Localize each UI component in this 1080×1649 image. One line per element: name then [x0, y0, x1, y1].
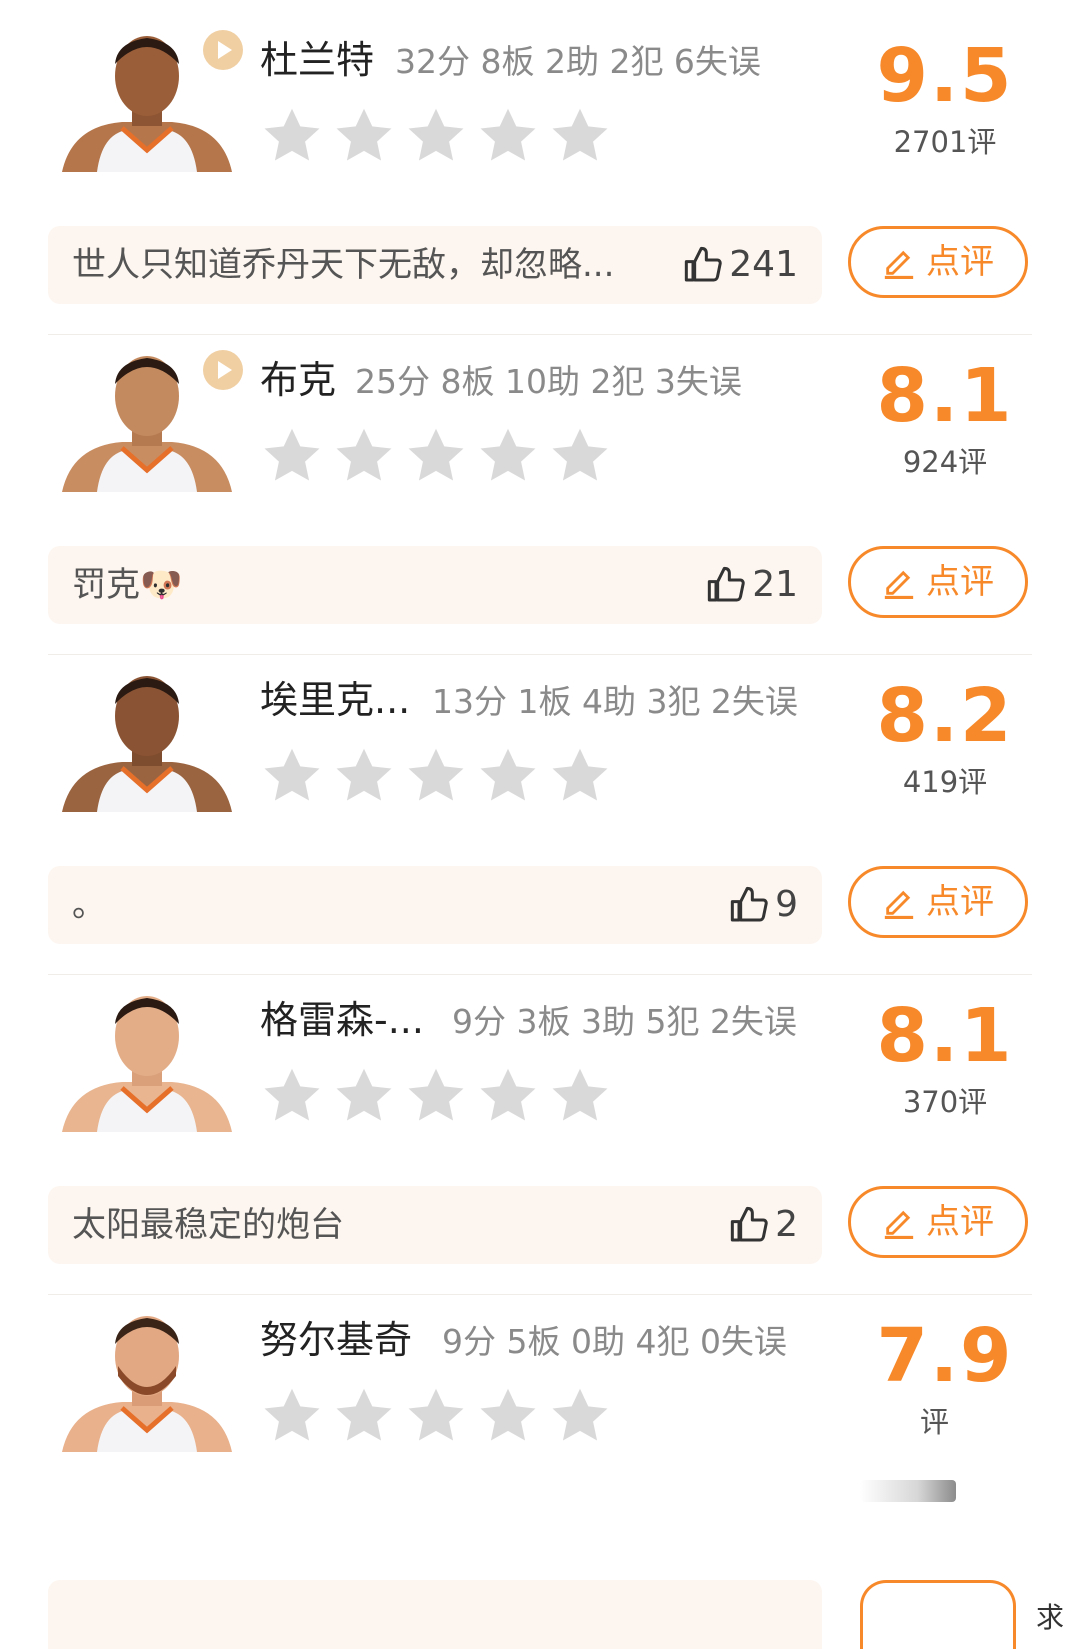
player-name: 埃里克...: [260, 678, 411, 722]
star-icon[interactable]: [332, 1384, 396, 1448]
star-icon[interactable]: [260, 744, 324, 808]
star-icon[interactable]: [476, 744, 540, 808]
play-icon[interactable]: [203, 350, 243, 390]
watermark: 求: [1036, 1601, 1065, 1634]
thumbs-up-icon: [730, 1206, 768, 1242]
player-score: 7.9: [876, 1313, 1014, 1399]
rate-button[interactable]: 点评: [848, 1186, 1028, 1258]
top-comment[interactable]: [48, 1580, 822, 1649]
star-icon[interactable]: [548, 1384, 612, 1448]
player-score: 8.2: [876, 673, 1014, 759]
star-icon[interactable]: [332, 744, 396, 808]
like-count: 21: [752, 564, 798, 605]
comment-text: 太阳最稳定的炮台: [72, 1205, 344, 1245]
player-score: 9.5: [876, 33, 1014, 119]
star-icon[interactable]: [260, 1384, 324, 1448]
star-icon[interactable]: [260, 104, 324, 168]
player-name: 布克: [260, 358, 337, 402]
player-stats: 32分 8板 2助 2犯 6失误: [395, 42, 761, 81]
player-name: 格雷森-...: [260, 998, 424, 1042]
player-stats: 13分 1板 4助 3犯 2失误: [432, 682, 798, 721]
player-card[interactable]: 埃里克... 13分 1板 4助 3犯 2失误 8.2 419评 。 9 点评: [0, 640, 1080, 976]
thumbs-up-icon: [730, 886, 768, 922]
comment-text: 罚克🐶: [72, 565, 183, 605]
like-button[interactable]: 2: [729, 1200, 798, 1250]
rate-label: 点评: [926, 882, 994, 922]
pencil-icon: [884, 1210, 914, 1239]
rating-stars[interactable]: [260, 424, 620, 488]
star-icon[interactable]: [260, 424, 324, 488]
star-icon[interactable]: [404, 744, 468, 808]
top-comment[interactable]: 。 9: [48, 866, 822, 944]
player-card[interactable]: 努尔基奇 9分 5板 0助 4犯 0失误 7.9 评: [0, 1280, 1080, 1616]
like-count: 241: [729, 244, 798, 285]
star-icon[interactable]: [548, 104, 612, 168]
star-icon[interactable]: [476, 104, 540, 168]
rate-button[interactable]: 点评: [848, 866, 1028, 938]
thumbs-up-icon: [708, 566, 745, 602]
rate-button[interactable]: [860, 1580, 1016, 1649]
star-icon[interactable]: [404, 1064, 468, 1128]
star-icon[interactable]: [476, 424, 540, 488]
rate-label: 点评: [926, 1202, 994, 1242]
rating-count: 924评: [902, 445, 988, 479]
like-button[interactable]: 9: [729, 880, 798, 930]
star-icon[interactable]: [548, 1064, 612, 1128]
player-stats: 9分 3板 3助 5犯 2失误: [452, 1002, 797, 1041]
player-avatar: [52, 670, 242, 812]
player-card[interactable]: 杜兰特 32分 8板 2助 2犯 6失误 9.5 2701评 世人只知道乔丹天下…: [0, 0, 1080, 336]
star-icon[interactable]: [332, 1064, 396, 1128]
pencil-icon: [884, 890, 914, 919]
star-icon[interactable]: [260, 1064, 324, 1128]
rating-count: 2701评: [893, 125, 997, 159]
like-button[interactable]: 241: [683, 240, 798, 290]
top-comment[interactable]: 太阳最稳定的炮台 2: [48, 1186, 822, 1264]
player-name: 杜兰特: [260, 38, 375, 82]
rate-button[interactable]: 点评: [848, 546, 1028, 618]
star-icon[interactable]: [476, 1064, 540, 1128]
pencil-icon: [884, 570, 914, 599]
player-score: 8.1: [876, 993, 1014, 1079]
like-button[interactable]: 21: [706, 560, 798, 610]
star-icon[interactable]: [548, 744, 612, 808]
comment-text: 世人只知道乔丹天下无敌，却忽略...: [72, 245, 615, 285]
play-icon[interactable]: [203, 30, 243, 70]
thumbs-up-icon: [685, 246, 722, 282]
rating-count: 370评: [902, 1085, 988, 1119]
player-name: 努尔基奇: [260, 1318, 413, 1362]
rating-stars[interactable]: [260, 744, 620, 808]
rating-count: 评: [920, 1405, 950, 1439]
top-comment[interactable]: 世人只知道乔丹天下无敌，却忽略... 241: [48, 226, 822, 304]
blurred-region: [860, 1480, 956, 1502]
rate-label: 点评: [926, 242, 994, 282]
star-icon[interactable]: [476, 1384, 540, 1448]
rate-button[interactable]: 点评: [848, 226, 1028, 298]
top-comment[interactable]: 罚克🐶 21: [48, 546, 822, 624]
like-count: 2: [775, 1204, 798, 1245]
rating-stars[interactable]: [260, 1064, 620, 1128]
rating-stars[interactable]: [260, 1384, 620, 1448]
star-icon[interactable]: [548, 424, 612, 488]
player-stats: 25分 8板 10助 2犯 3失误: [355, 362, 742, 401]
player-avatar: [52, 1310, 242, 1452]
rating-stars[interactable]: [260, 104, 620, 168]
like-count: 9: [775, 884, 798, 925]
star-icon[interactable]: [404, 1384, 468, 1448]
rate-label: 点评: [926, 562, 994, 602]
comment-text: 。: [72, 885, 106, 925]
star-icon[interactable]: [404, 104, 468, 168]
star-icon[interactable]: [404, 424, 468, 488]
star-icon[interactable]: [332, 424, 396, 488]
player-card[interactable]: 布克 25分 8板 10助 2犯 3失误 8.1 924评 罚克🐶 21 点评: [0, 320, 1080, 656]
star-icon[interactable]: [332, 104, 396, 168]
pencil-icon: [884, 250, 914, 279]
player-avatar: [52, 990, 242, 1132]
player-card[interactable]: 格雷森-... 9分 3板 3助 5犯 2失误 8.1 370评 太阳最稳定的炮…: [0, 960, 1080, 1296]
player-score: 8.1: [876, 353, 1014, 439]
player-stats: 9分 5板 0助 4犯 0失误: [442, 1322, 787, 1361]
rating-count: 419评: [902, 765, 988, 799]
